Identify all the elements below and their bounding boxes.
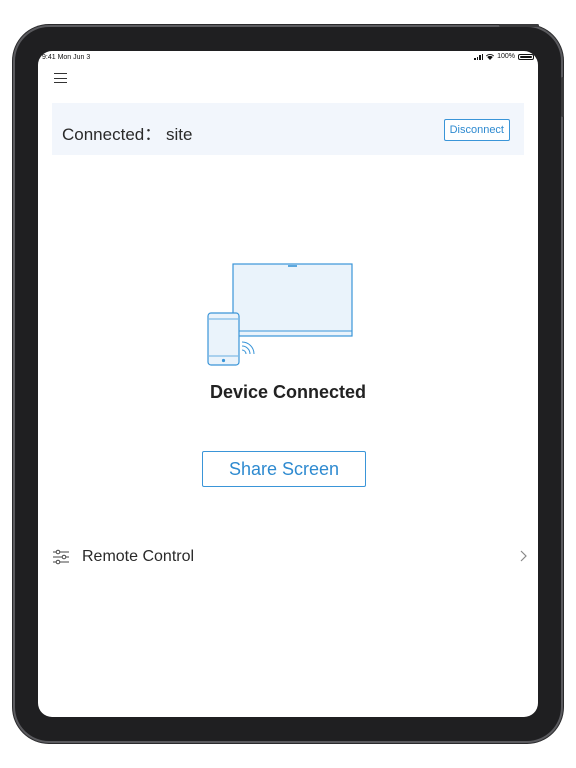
menu-icon <box>54 73 67 75</box>
status-time: 9:41 Mon Jun 3 <box>42 54 91 61</box>
connection-bar: Connected： site Disconnect <box>52 103 524 155</box>
battery-icon <box>518 53 534 60</box>
power-button <box>499 24 539 27</box>
app-screen: 9:41 Mon Jun 3 100% Connected： site Disc… <box>38 51 538 717</box>
chevron-right-icon <box>520 550 527 562</box>
battery-percent: 100% <box>497 53 515 60</box>
wifi-icon <box>486 53 495 60</box>
sliders-icon <box>53 549 69 565</box>
device-illustration <box>207 263 353 366</box>
signal-icon <box>474 53 484 60</box>
status-bar: 9:41 Mon Jun 3 100% <box>38 51 538 65</box>
remote-control-label: Remote Control <box>82 548 195 565</box>
device-connected-title: Device Connected <box>209 382 367 402</box>
menu-button[interactable] <box>54 71 68 85</box>
remote-control-row[interactable]: Remote Control <box>38 541 538 573</box>
volume-button <box>561 77 564 117</box>
status-indicators: 100% <box>474 53 534 60</box>
disconnect-button[interactable]: Disconnect <box>443 119 510 141</box>
share-screen-button[interactable]: Share Screen <box>202 451 366 487</box>
connection-status: Connected： site <box>62 125 193 144</box>
